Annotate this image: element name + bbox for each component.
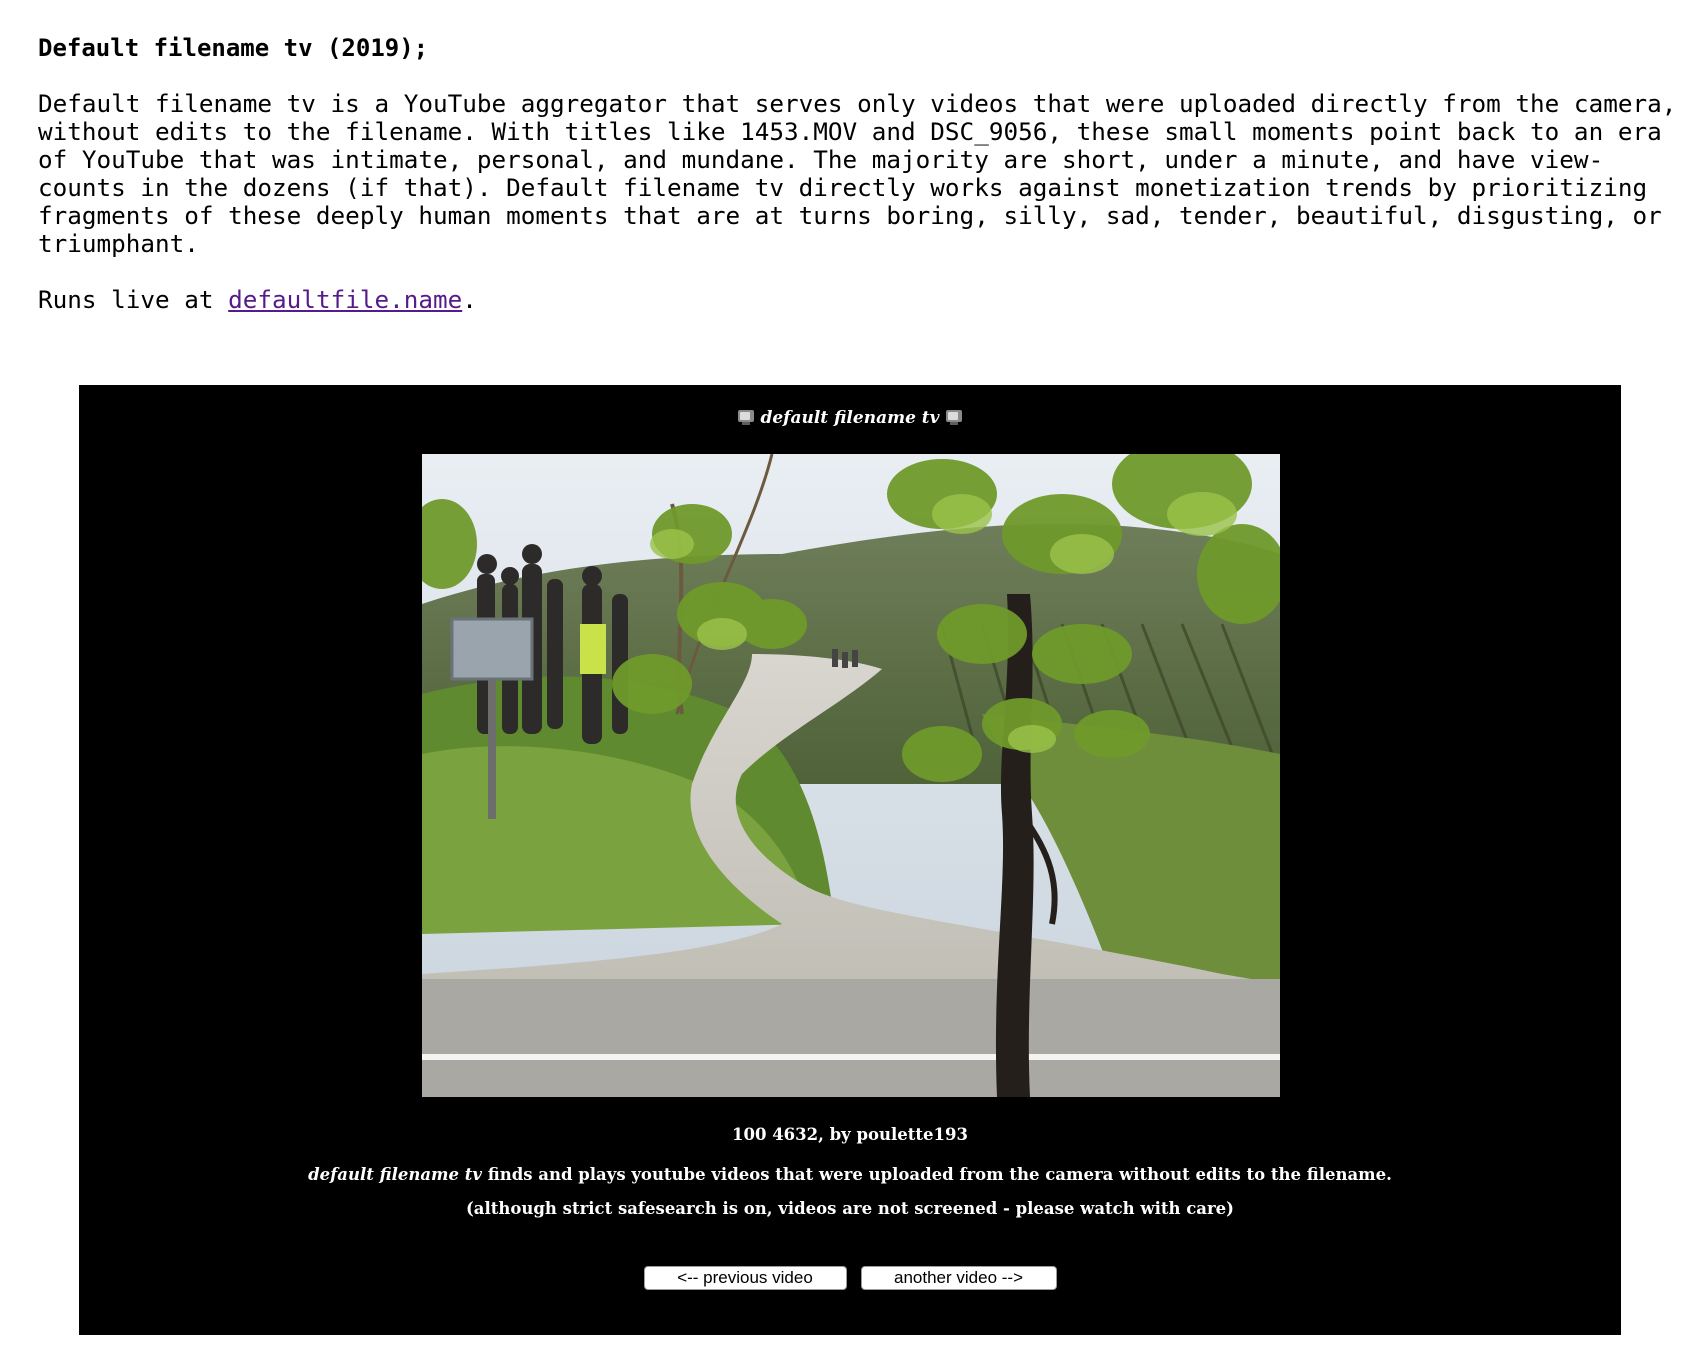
description-line: fragments of these deeply human moments … xyxy=(38,201,1662,230)
defaultfile-link[interactable]: defaultfile.name xyxy=(228,285,462,314)
description-line: triumphant. xyxy=(38,229,199,258)
about-emphasis: default filename tv xyxy=(308,1165,482,1184)
previous-video-button[interactable]: <-- previous video xyxy=(643,1266,847,1290)
safesearch-warning: (although strict safesearch is on, video… xyxy=(466,1199,1234,1218)
description-line: counts in the dozens (if that). Default … xyxy=(38,173,1648,202)
tv-icon xyxy=(945,410,962,425)
embed-title-text: default filename tv xyxy=(760,408,940,428)
description-line: Default filename tv is a YouTube aggrega… xyxy=(38,89,1677,118)
runs-live-line: Runs live at defaultfile.name. xyxy=(38,286,1668,314)
tv-icon xyxy=(738,410,755,425)
video-frame xyxy=(422,454,1280,1097)
about-rest: finds and plays youtube videos that were… xyxy=(481,1165,1392,1184)
runs-live-suffix: . xyxy=(462,285,477,314)
project-description: Default filename tv is a YouTube aggrega… xyxy=(38,89,1677,258)
video-player[interactable] xyxy=(422,454,1280,1097)
video-caption: 100 4632, by poulette193 xyxy=(732,1125,968,1144)
description-line: of YouTube that was intimate, personal, … xyxy=(38,145,1604,174)
tv-embed: default filename tv 100 4632, by poulett… xyxy=(79,385,1621,1335)
about-text: default filename tv finds and plays yout… xyxy=(79,1164,1621,1186)
another-video-button[interactable]: another video --> xyxy=(860,1266,1057,1290)
embed-title: default filename tv xyxy=(79,407,1621,429)
page-title: Default filename tv (2019); xyxy=(38,34,429,62)
navigation-buttons: <-- previous video another video --> xyxy=(79,1266,1621,1290)
article: Default filename tv (2019); Default file… xyxy=(38,34,1677,314)
description-line: without edits to the filename. With titl… xyxy=(38,117,1662,146)
runs-live-prefix: Runs live at xyxy=(38,285,229,314)
